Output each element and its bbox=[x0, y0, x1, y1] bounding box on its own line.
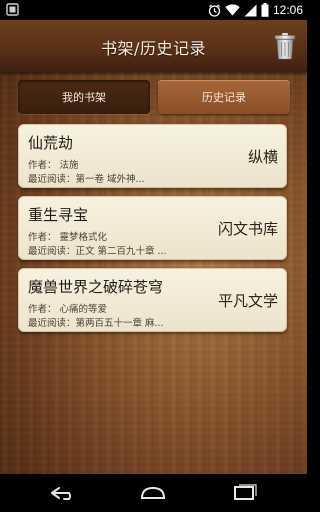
book-source: 闪文书库 bbox=[217, 220, 278, 238]
trash-icon[interactable] bbox=[273, 32, 297, 60]
book-title: 魔兽世界之破碎苍穹 bbox=[28, 278, 164, 296]
book-card[interactable]: 仙荒劫 作者： 法施 最近阅读：第一卷 域外神... 纵横 bbox=[18, 124, 287, 188]
tab-history[interactable]: 历史记录 bbox=[158, 80, 290, 114]
recent-apps-icon[interactable] bbox=[230, 483, 260, 503]
book-author: 作者： 心痛的等爱 bbox=[28, 304, 108, 315]
bookshelf-screen: 书架/历史记录 我的书架 历史记录 仙荒劫 作者： 法施 最近阅读：第一卷 域外… bbox=[0, 20, 307, 474]
tab-bar: 我的书架 历史记录 bbox=[18, 80, 290, 114]
book-author: 作者： 靈梦格式化 bbox=[28, 232, 108, 243]
alarm-icon bbox=[208, 4, 221, 17]
page-title: 书架/历史记录 bbox=[101, 39, 206, 58]
book-card[interactable]: 重生寻宝 作者： 靈梦格式化 最近阅读：正文 第二百九十章 ... 闪文书库 bbox=[18, 196, 287, 260]
battery-icon bbox=[261, 3, 269, 17]
book-author: 作者： 法施 bbox=[28, 160, 79, 171]
navigation-bar bbox=[0, 474, 307, 512]
back-icon[interactable] bbox=[48, 483, 78, 503]
home-icon[interactable] bbox=[138, 483, 168, 503]
signal-icon bbox=[244, 4, 257, 16]
clock: 12:06 bbox=[272, 3, 303, 17]
book-recent-read: 最近阅读：正文 第二百九十章 ... bbox=[28, 246, 167, 257]
book-source: 纵横 bbox=[247, 148, 278, 166]
book-title: 仙荒劫 bbox=[28, 134, 74, 152]
book-source: 平凡文学 bbox=[217, 292, 278, 310]
book-card[interactable]: 魔兽世界之破碎苍穹 作者： 心痛的等爱 最近阅读：第两百五十一章 麻... 平凡… bbox=[18, 268, 287, 332]
tab-my-bookshelf[interactable]: 我的书架 bbox=[18, 80, 150, 114]
status-bar: 12:06 bbox=[0, 0, 307, 20]
wifi-icon bbox=[225, 4, 240, 16]
book-title: 重生寻宝 bbox=[28, 206, 89, 224]
book-recent-read: 最近阅读：第两百五十一章 麻... bbox=[28, 318, 164, 329]
notification-icon bbox=[6, 3, 19, 16]
book-recent-read: 最近阅读：第一卷 域外神... bbox=[28, 174, 145, 185]
title-bar: 书架/历史记录 bbox=[0, 20, 307, 72]
